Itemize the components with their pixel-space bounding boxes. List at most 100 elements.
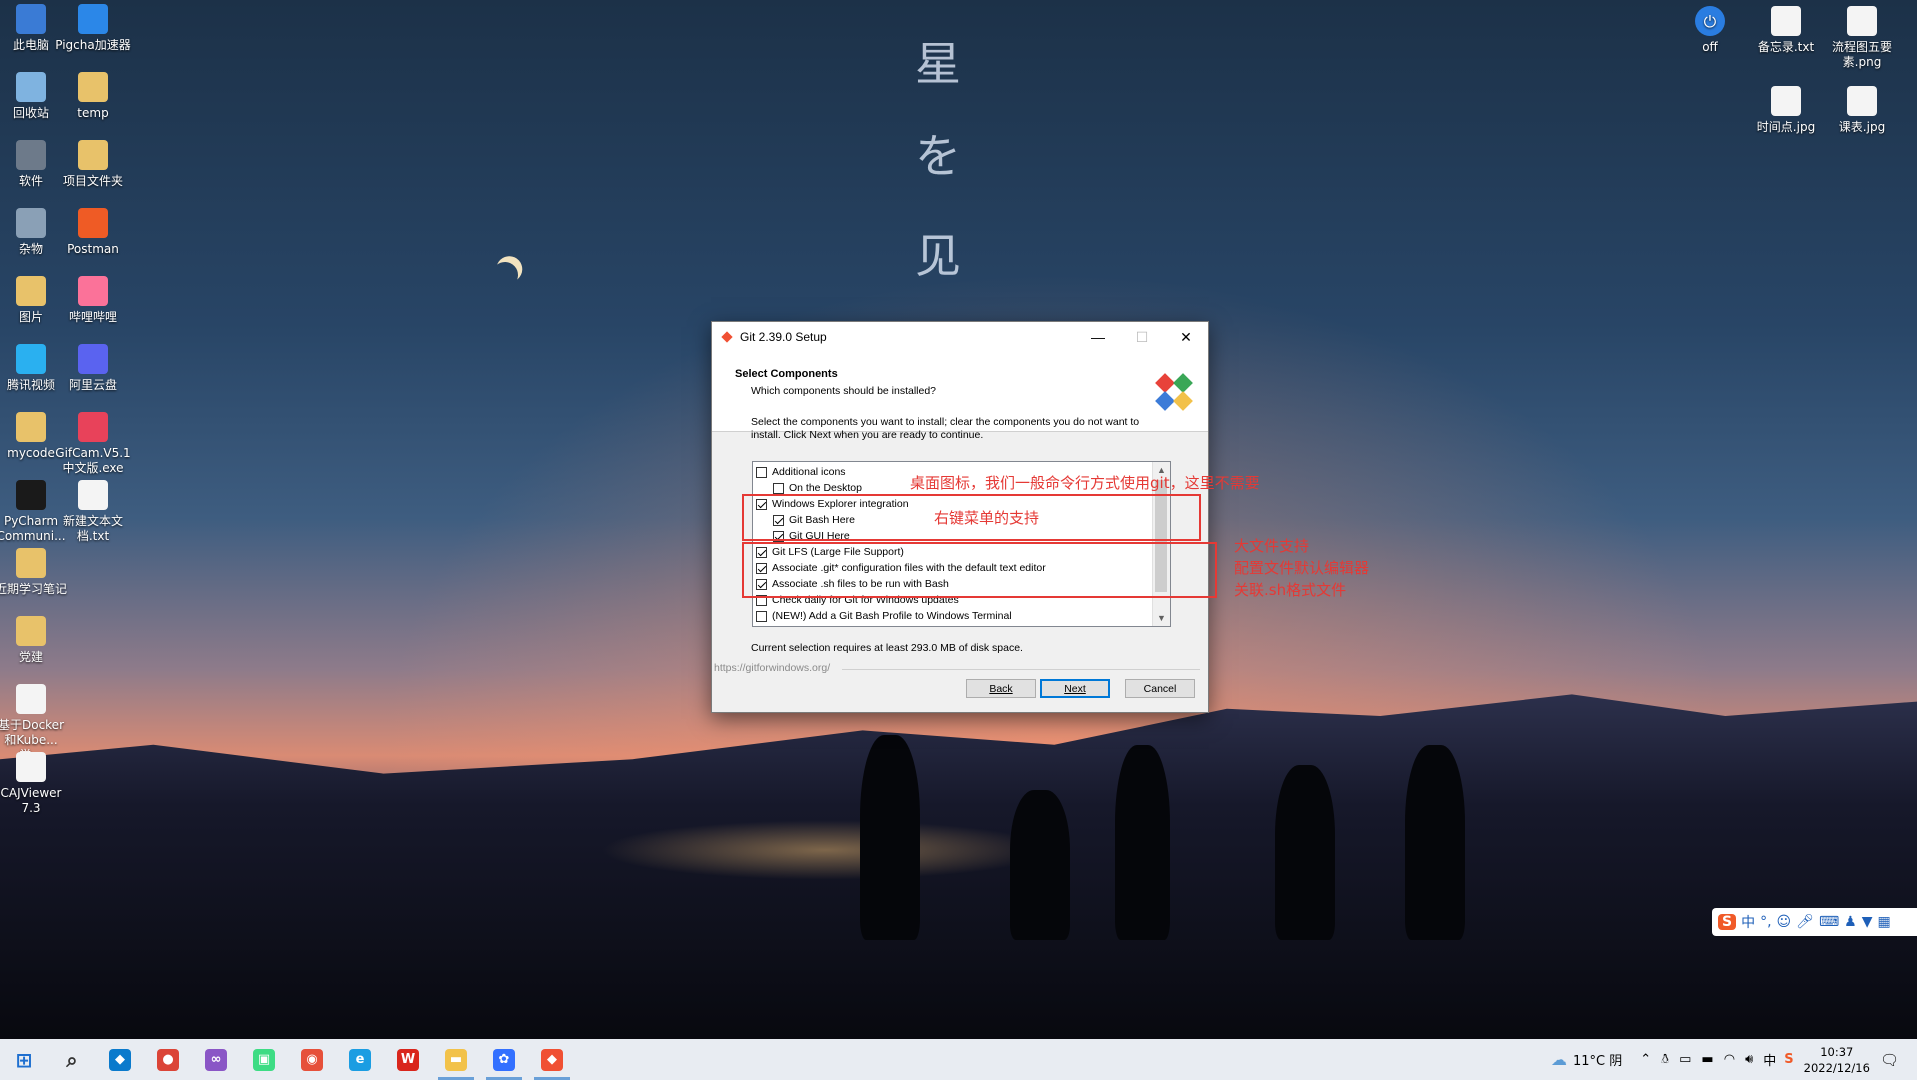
taskbar-button[interactable]: ◉ — [288, 1039, 336, 1080]
dvd-drive-icon — [16, 140, 46, 170]
battery-icon[interactable]: ▬ — [1701, 1052, 1713, 1067]
folder-icon — [78, 140, 108, 170]
notification-icon[interactable]: 🗨︎ — [1880, 1051, 1899, 1069]
desktop-icon[interactable]: 项目文件夹 — [55, 140, 131, 189]
taskbar-button[interactable]: ◆ — [96, 1039, 144, 1080]
clock-time: 10:37 — [1820, 1044, 1854, 1059]
bilibili-icon — [78, 276, 108, 306]
document-icon — [16, 752, 46, 782]
annotation-box-lfs — [742, 542, 1217, 598]
folder-icon — [16, 412, 46, 442]
taskbar-button[interactable]: ∞ — [192, 1039, 240, 1080]
sogou-logo-icon[interactable]: S — [1718, 914, 1737, 930]
desktop-icon[interactable]: CAJViewer 7.3 — [0, 752, 69, 816]
desktop-icon[interactable]: ⏻ off — [1672, 6, 1748, 55]
qq-icon[interactable]: 🐧︎ — [1661, 1052, 1669, 1068]
emoji-icon[interactable]: ☺ — [1777, 914, 1792, 930]
taskbar-button[interactable]: ● — [144, 1039, 192, 1080]
component-checkbox[interactable] — [756, 610, 767, 622]
minimize-button[interactable]: — — [1076, 322, 1120, 352]
back-button[interactable]: Back — [966, 679, 1036, 698]
desktop-icon-label: CAJViewer 7.3 — [0, 786, 62, 815]
wallpaper-city-lights — [600, 820, 1050, 880]
clock-date: 2022/12/16 — [1803, 1060, 1870, 1075]
taskbar-button[interactable]: ⌕ — [48, 1039, 96, 1080]
close-button[interactable]: ✕ — [1164, 322, 1208, 352]
taskbar-button[interactable]: W — [384, 1039, 432, 1080]
taskbar-button[interactable]: ◆ — [528, 1039, 576, 1080]
wallpaper-silhouette — [1010, 790, 1070, 940]
folder-icon — [78, 72, 108, 102]
taskbar-button[interactable]: e — [336, 1039, 384, 1080]
image-file-icon — [1847, 86, 1877, 116]
desktop-icon[interactable]: 党建 — [0, 616, 69, 665]
skin-icon[interactable]: ▼ — [1862, 914, 1873, 930]
component-checkbox[interactable] — [756, 466, 767, 478]
desktop-icon[interactable]: 近期学习笔记 — [0, 548, 69, 597]
git-website-link[interactable]: https://gitforwindows.org/ — [714, 662, 830, 674]
next-button[interactable]: Next — [1040, 679, 1110, 698]
taskbar-button[interactable]: ▬ — [432, 1039, 480, 1080]
clock[interactable]: 10:37 2022/12/16 — [1804, 1044, 1870, 1076]
edge-icon: e — [349, 1048, 371, 1071]
ime-toolbar[interactable]: S 中 °, ☺ 🎤︎ ⌨ ♟ ▼ ▦ — [1712, 908, 1917, 936]
desktop-icon-label: 课表.jpg — [1838, 120, 1886, 134]
taskbar-button[interactable]: ⊞ — [0, 1039, 48, 1080]
desktop-icon[interactable]: GifCam.V5.1中文版.exe — [55, 412, 131, 476]
user-folder-icon — [16, 208, 46, 238]
ime-mode-toggle[interactable]: 中 — [1741, 912, 1755, 932]
text-file-icon — [78, 480, 108, 510]
ime-punct-toggle[interactable]: °, — [1760, 914, 1771, 930]
desktop-icon[interactable]: 备忘录.txt — [1748, 6, 1824, 55]
wifi-icon[interactable]: ◠ — [1724, 1052, 1735, 1067]
weather-text[interactable]: 11°C 阴 — [1573, 1050, 1622, 1069]
tray-overflow-icon[interactable]: ⌃ — [1640, 1052, 1651, 1067]
taskbar-button[interactable]: ▣ — [240, 1039, 288, 1080]
git-diamond-logo-icon — [1155, 373, 1193, 411]
wallpaper-silhouette — [860, 735, 920, 940]
cancel-button[interactable]: Cancel — [1125, 679, 1195, 698]
desktop-icon[interactable]: 新建文本文档.txt — [55, 480, 131, 544]
folder-icon — [16, 276, 46, 306]
desktop-icon[interactable]: 流程图五要素.png — [1824, 6, 1900, 70]
desktop-icon[interactable]: Postman — [55, 208, 131, 257]
tencent-video-icon — [16, 344, 46, 374]
component-checkbox[interactable] — [773, 482, 784, 494]
desktop-icon[interactable]: 课表.jpg — [1824, 86, 1900, 135]
desktop-icon[interactable]: 阿里云盘 — [55, 344, 131, 393]
desktop-icon-label: 近期学习笔记 — [0, 582, 67, 596]
volume-icon[interactable]: 🔊︎ — [1745, 1052, 1753, 1067]
desktop-icon[interactable]: 时间点.jpg — [1748, 86, 1824, 135]
scroll-down-icon[interactable]: ▼ — [1153, 610, 1170, 626]
desktop-icon[interactable]: 哔哩哔哩 — [55, 276, 131, 325]
desktop-icon[interactable]: temp — [55, 72, 131, 121]
component-item[interactable]: Additional icons — [756, 464, 846, 480]
visual-studio-icon: ∞ — [205, 1048, 227, 1071]
chrome-icon: ● — [157, 1048, 179, 1071]
tray-app-icon[interactable]: ▭ — [1679, 1052, 1691, 1067]
taskbar-button[interactable]: ✿ — [480, 1039, 528, 1080]
weather-icon[interactable]: ☁ — [1551, 1050, 1567, 1069]
desktop-icon-label: 阿里云盘 — [68, 378, 117, 392]
user-icon[interactable]: ♟ — [1844, 914, 1857, 930]
gifcam-icon — [78, 412, 108, 442]
desktop-icon-label: 时间点.jpg — [1756, 120, 1816, 134]
maximize-button[interactable]: ☐ — [1120, 322, 1164, 352]
keyboard-icon[interactable]: ⌨ — [1819, 914, 1839, 930]
page-subheading: Which components should be installed? — [751, 385, 937, 397]
desktop-icon[interactable]: Pigcha加速器 — [55, 4, 131, 53]
computer-icon — [16, 4, 46, 34]
microphone-icon[interactable]: 🎤︎ — [1796, 914, 1814, 930]
footer-divider — [842, 669, 1200, 670]
desktop-icon-label: Postman — [67, 242, 119, 256]
desktop-icon-label: Pigcha加速器 — [55, 38, 131, 52]
annotation-sh: 关联.sh格式文件 — [1234, 581, 1347, 599]
feishu-icon: ✿ — [493, 1048, 515, 1071]
dialog-titlebar[interactable]: Git 2.39.0 Setup — ☐ ✕ — [712, 322, 1208, 352]
annotation-desktop-icon: 桌面图标，我们一般命令行方式使用git，这里不需要 — [910, 474, 1260, 492]
grid-icon[interactable]: ▦ — [1878, 914, 1891, 930]
ime-tray-icon[interactable]: 中 — [1763, 1050, 1776, 1069]
search-icon: ⌕ — [66, 1047, 78, 1072]
component-item[interactable]: (NEW!) Add a Git Bash Profile to Windows… — [756, 608, 1012, 624]
sogou-tray-icon[interactable]: S — [1784, 1052, 1793, 1067]
